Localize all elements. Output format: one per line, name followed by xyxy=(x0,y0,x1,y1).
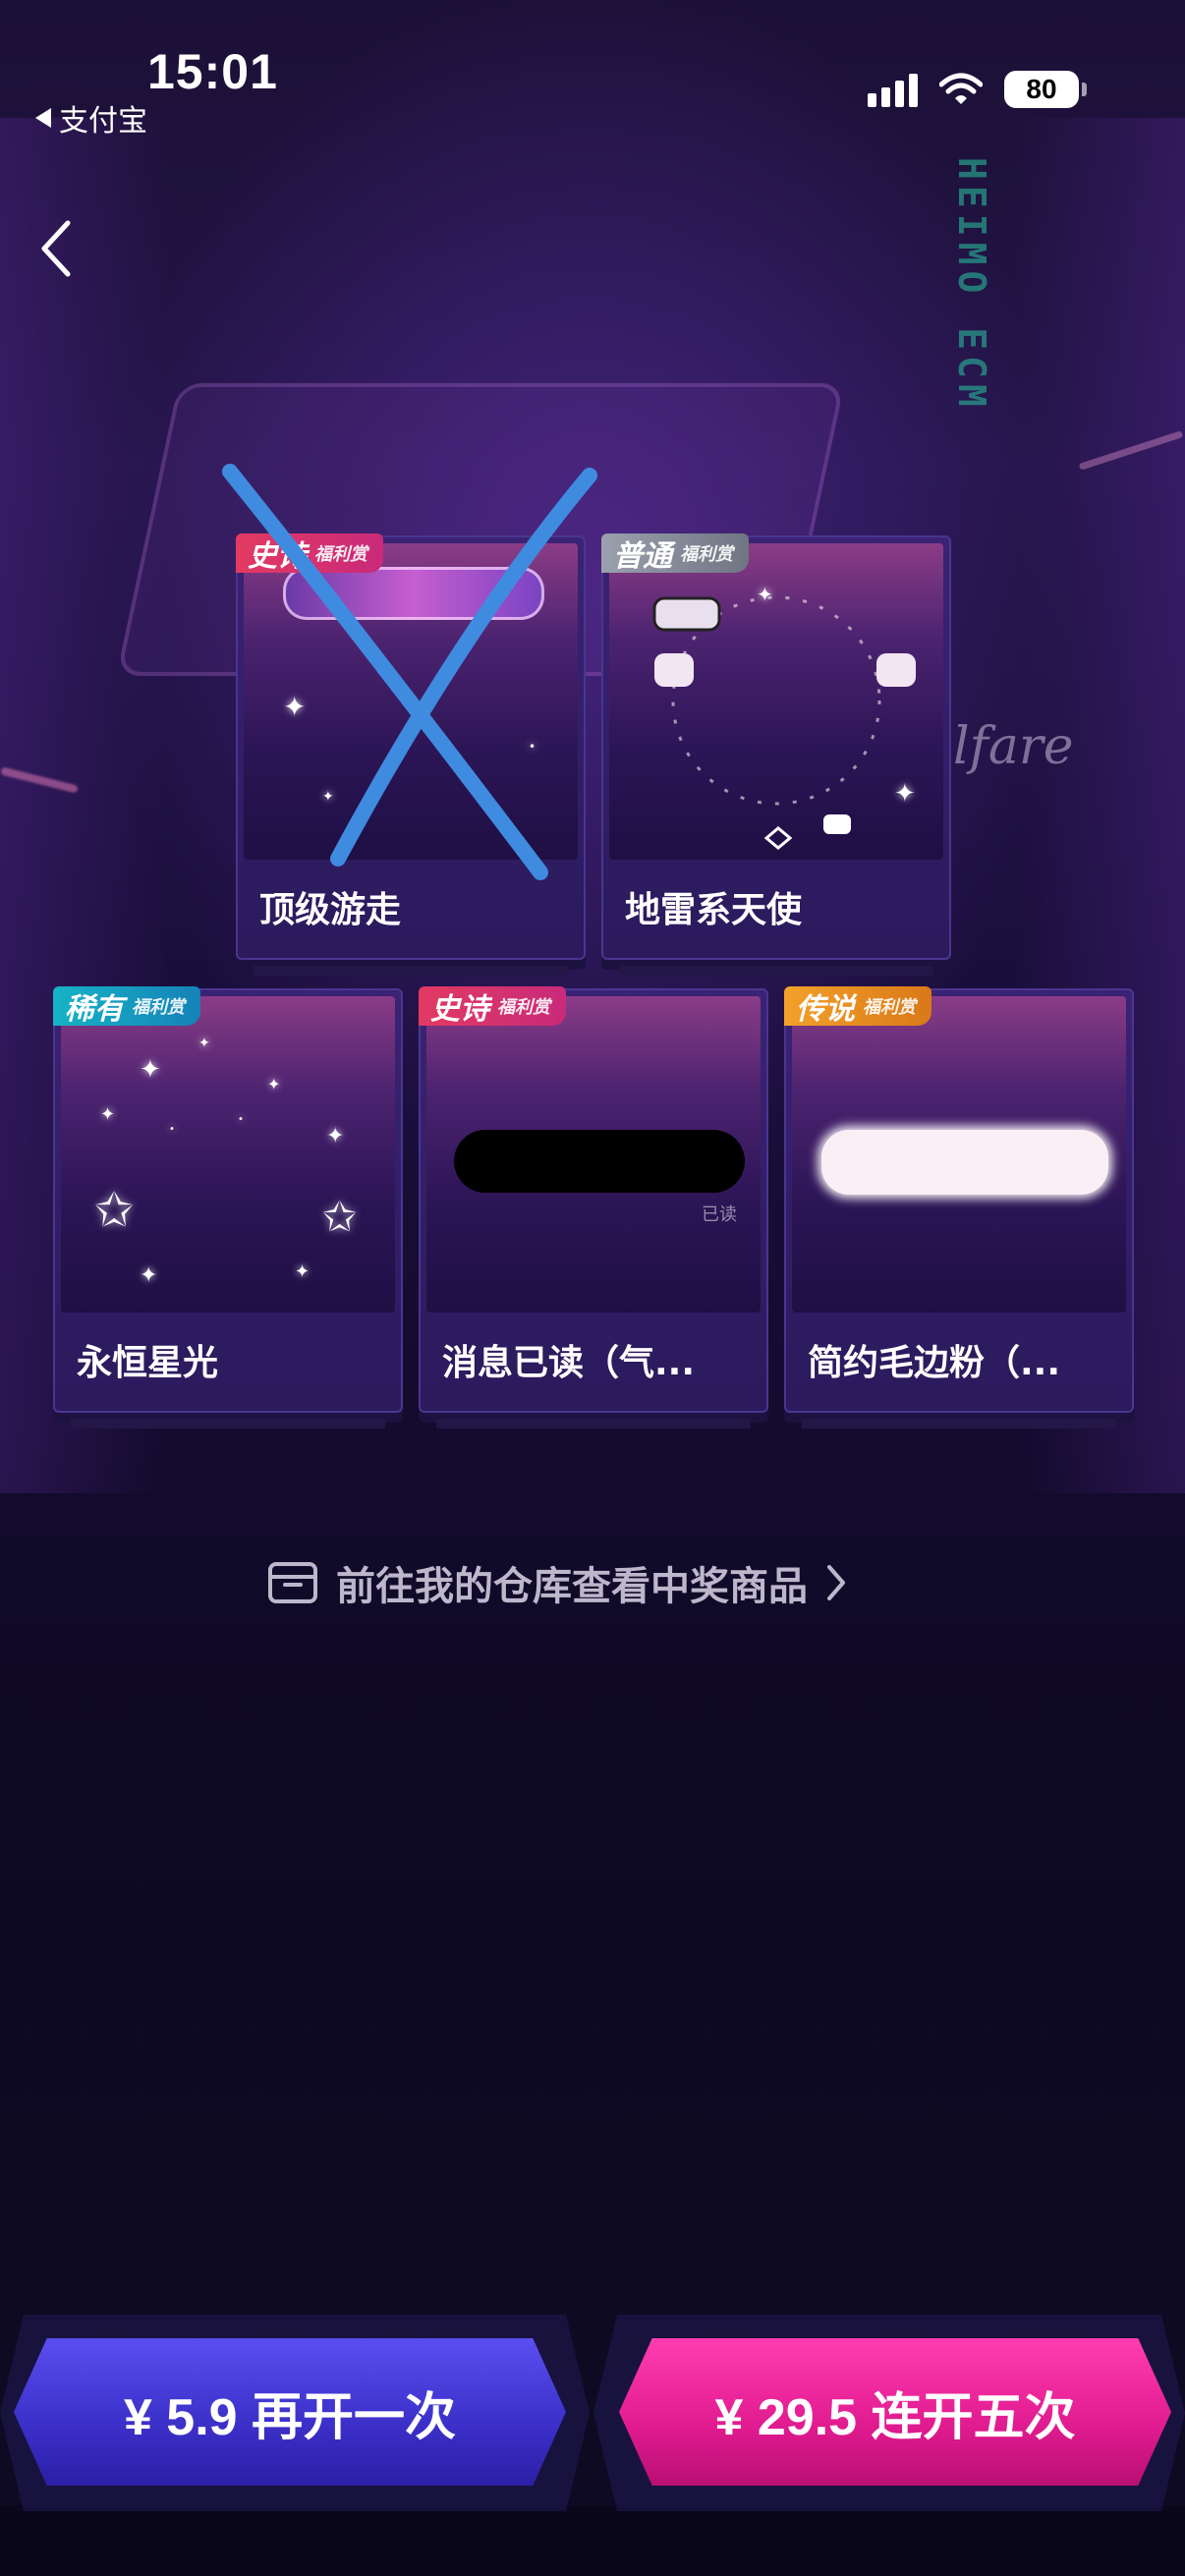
pixel-heart-frame-art xyxy=(652,595,916,850)
card-base xyxy=(619,966,933,976)
neon-sign: HEIMO ECM xyxy=(950,157,993,413)
battery-level: 80 xyxy=(1004,71,1079,108)
sparkle-icon: ✦ xyxy=(267,1075,281,1093)
warehouse-link[interactable]: 前往我的仓库查看中奖商品 xyxy=(267,1554,847,1611)
status-back-app-label: 支付宝 xyxy=(59,104,147,139)
prize-card[interactable]: 稀有 福利赏 ✩ ✩ ✦ ✦ ✦ ✦ ✦ ✦ ✦ • • 永恒星光 xyxy=(53,986,403,1428)
prize-card[interactable]: 普通 福利赏 ✦ ✦ 地雷系天使 xyxy=(601,533,951,976)
status-icons: 80 xyxy=(868,71,1087,108)
prize-card[interactable]: 史诗 福利赏 ✦ ✦ • 顶级游走 xyxy=(236,533,586,976)
sparkle-icon: ✦ xyxy=(326,1124,345,1148)
black-chat-bubble xyxy=(454,1130,745,1193)
prize-name: 消息已读（气... xyxy=(442,1343,696,1383)
sparkle-icon: • xyxy=(529,740,536,754)
rarity-badge: 稀有 福利赏 xyxy=(53,986,200,1027)
sparkle-icon: ✦ xyxy=(757,583,773,606)
rarity-badge: 史诗 福利赏 xyxy=(236,533,383,574)
sparkle-icon: ✦ xyxy=(322,789,334,805)
pink-chat-bubble xyxy=(821,1130,1108,1195)
rarity-tag: 福利赏 xyxy=(497,997,550,1018)
star-icon: ✩ xyxy=(322,1193,358,1241)
prize-art: ✦ ✦ xyxy=(609,543,943,860)
status-back-app[interactable]: 支付宝 xyxy=(35,96,147,140)
prize-name: 顶级游走 xyxy=(259,890,402,930)
sparkle-icon: ✦ xyxy=(140,1055,161,1085)
rarity-tag: 福利赏 xyxy=(132,997,185,1018)
read-receipt-label: 已读 xyxy=(702,1204,737,1225)
back-triangle-icon xyxy=(35,108,51,128)
card-base xyxy=(436,1419,751,1428)
open-five-button[interactable]: ¥ 29.5 连开五次 xyxy=(619,2338,1171,2486)
card-base xyxy=(254,966,568,976)
sparkle-icon: • xyxy=(238,1114,244,1125)
rarity-tag: 福利赏 xyxy=(680,544,733,565)
wifi-icon xyxy=(939,73,983,104)
rarity-label: 传说 xyxy=(796,992,855,1027)
prize-card[interactable]: 史诗 福利赏 已读 消息已读（气... xyxy=(419,986,768,1428)
top1-banner-art xyxy=(283,567,544,620)
rarity-label: 史诗 xyxy=(430,992,489,1027)
rarity-badge: 史诗 福利赏 xyxy=(419,986,566,1027)
star-icon: ✩ xyxy=(94,1183,135,1238)
sparkle-icon: • xyxy=(169,1124,175,1135)
rarity-tag: 福利赏 xyxy=(863,997,916,1018)
card-base xyxy=(71,1419,385,1428)
rarity-badge: 传说 福利赏 xyxy=(784,986,931,1027)
prize-name: 地雷系天使 xyxy=(625,890,803,930)
prize-art: ✩ ✩ ✦ ✦ ✦ ✦ ✦ ✦ ✦ • • xyxy=(61,996,395,1313)
open-once-button[interactable]: ¥ 5.9 再开一次 xyxy=(14,2338,566,2486)
rarity-label: 史诗 xyxy=(248,539,307,574)
chevron-right-icon xyxy=(827,1565,845,1600)
back-button[interactable] xyxy=(31,218,79,279)
background-welfare-text: lfare xyxy=(953,717,1074,776)
rarity-badge: 普通 福利赏 xyxy=(601,533,749,574)
battery-icon: 80 xyxy=(1004,71,1087,108)
status-time: 15:01 xyxy=(147,44,278,99)
sparkle-icon: ✦ xyxy=(283,691,307,723)
prize-art xyxy=(792,996,1126,1313)
sparkle-icon: ✦ xyxy=(140,1263,158,1288)
sparkle-icon: ✦ xyxy=(198,1036,210,1051)
rarity-label: 普通 xyxy=(613,539,672,574)
sparkle-icon: ✦ xyxy=(100,1104,116,1125)
prize-name: 简约毛边粉（... xyxy=(808,1343,1061,1383)
box-icon xyxy=(268,1562,317,1603)
chevron-left-icon xyxy=(41,220,71,277)
card-base xyxy=(802,1419,1116,1428)
signal-icon xyxy=(868,72,918,107)
rarity-label: 稀有 xyxy=(65,992,124,1027)
warehouse-link-label: 前往我的仓库查看中奖商品 xyxy=(336,1564,808,1609)
prize-card[interactable]: 传说 福利赏 简约毛边粉（... xyxy=(784,986,1134,1428)
prize-art: 已读 xyxy=(426,996,761,1313)
rarity-tag: 福利赏 xyxy=(314,544,367,565)
prize-art: ✦ ✦ • xyxy=(244,543,578,860)
sparkle-icon: ✦ xyxy=(894,779,916,809)
prize-name: 永恒星光 xyxy=(77,1343,219,1383)
sparkle-icon: ✦ xyxy=(295,1261,310,1282)
